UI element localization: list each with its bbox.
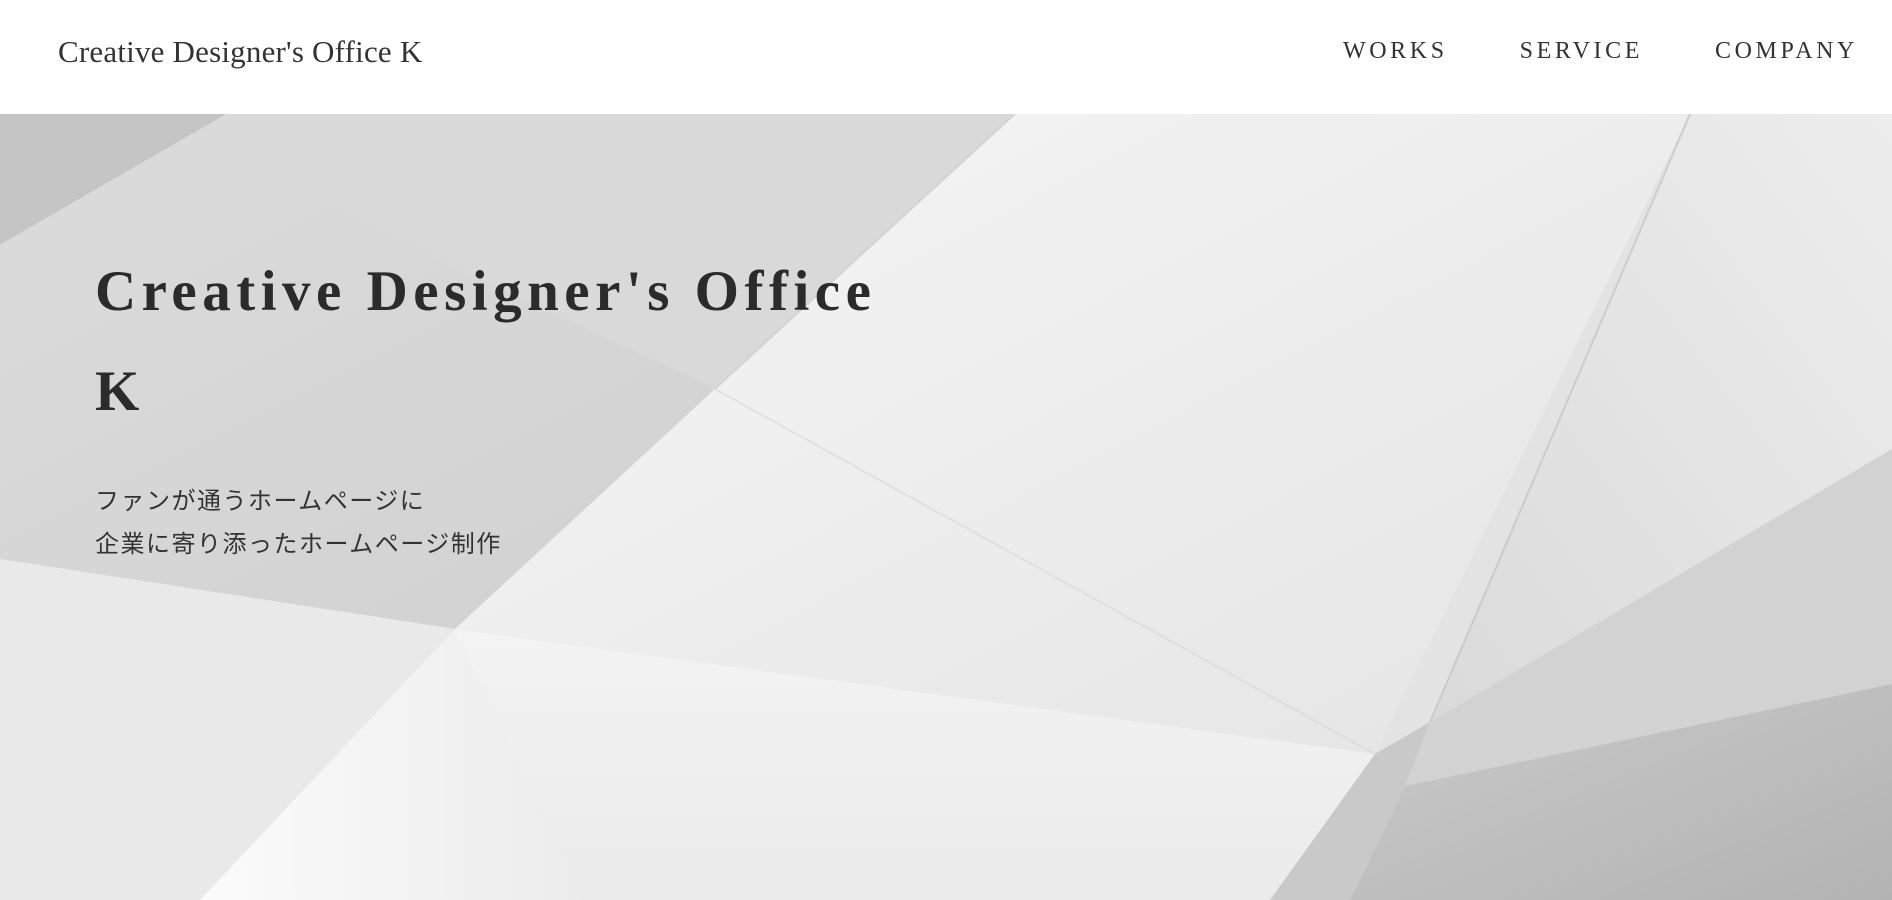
hero-tagline-line-2: 企業に寄り添ったホームページ制作 [95, 530, 502, 558]
nav-item-works[interactable]: WORKS [1343, 37, 1448, 65]
main-nav: WORKS SERVICE COMPANY [1343, 37, 1858, 65]
nav-item-company[interactable]: COMPANY [1715, 37, 1858, 65]
hero-tagline-line-1: ファンが通うホームページに [95, 487, 426, 515]
hero-title-line-1: Creative Designer's Office [95, 260, 877, 323]
site-header: Creative Designer's Office K WORKS SERVI… [0, 0, 1892, 114]
hero-tagline: ファンが通うホームページに 企業に寄り添ったホームページ制作 [95, 480, 502, 566]
hero-title: Creative Designer's Office K [95, 242, 995, 442]
hero-section: Creative Designer's Office K ファンが通うホームペー… [0, 114, 1892, 900]
hero-title-line-2: K [95, 360, 145, 423]
nav-item-service[interactable]: SERVICE [1520, 37, 1643, 65]
site-logo-link[interactable]: Creative Designer's Office K [58, 34, 422, 70]
